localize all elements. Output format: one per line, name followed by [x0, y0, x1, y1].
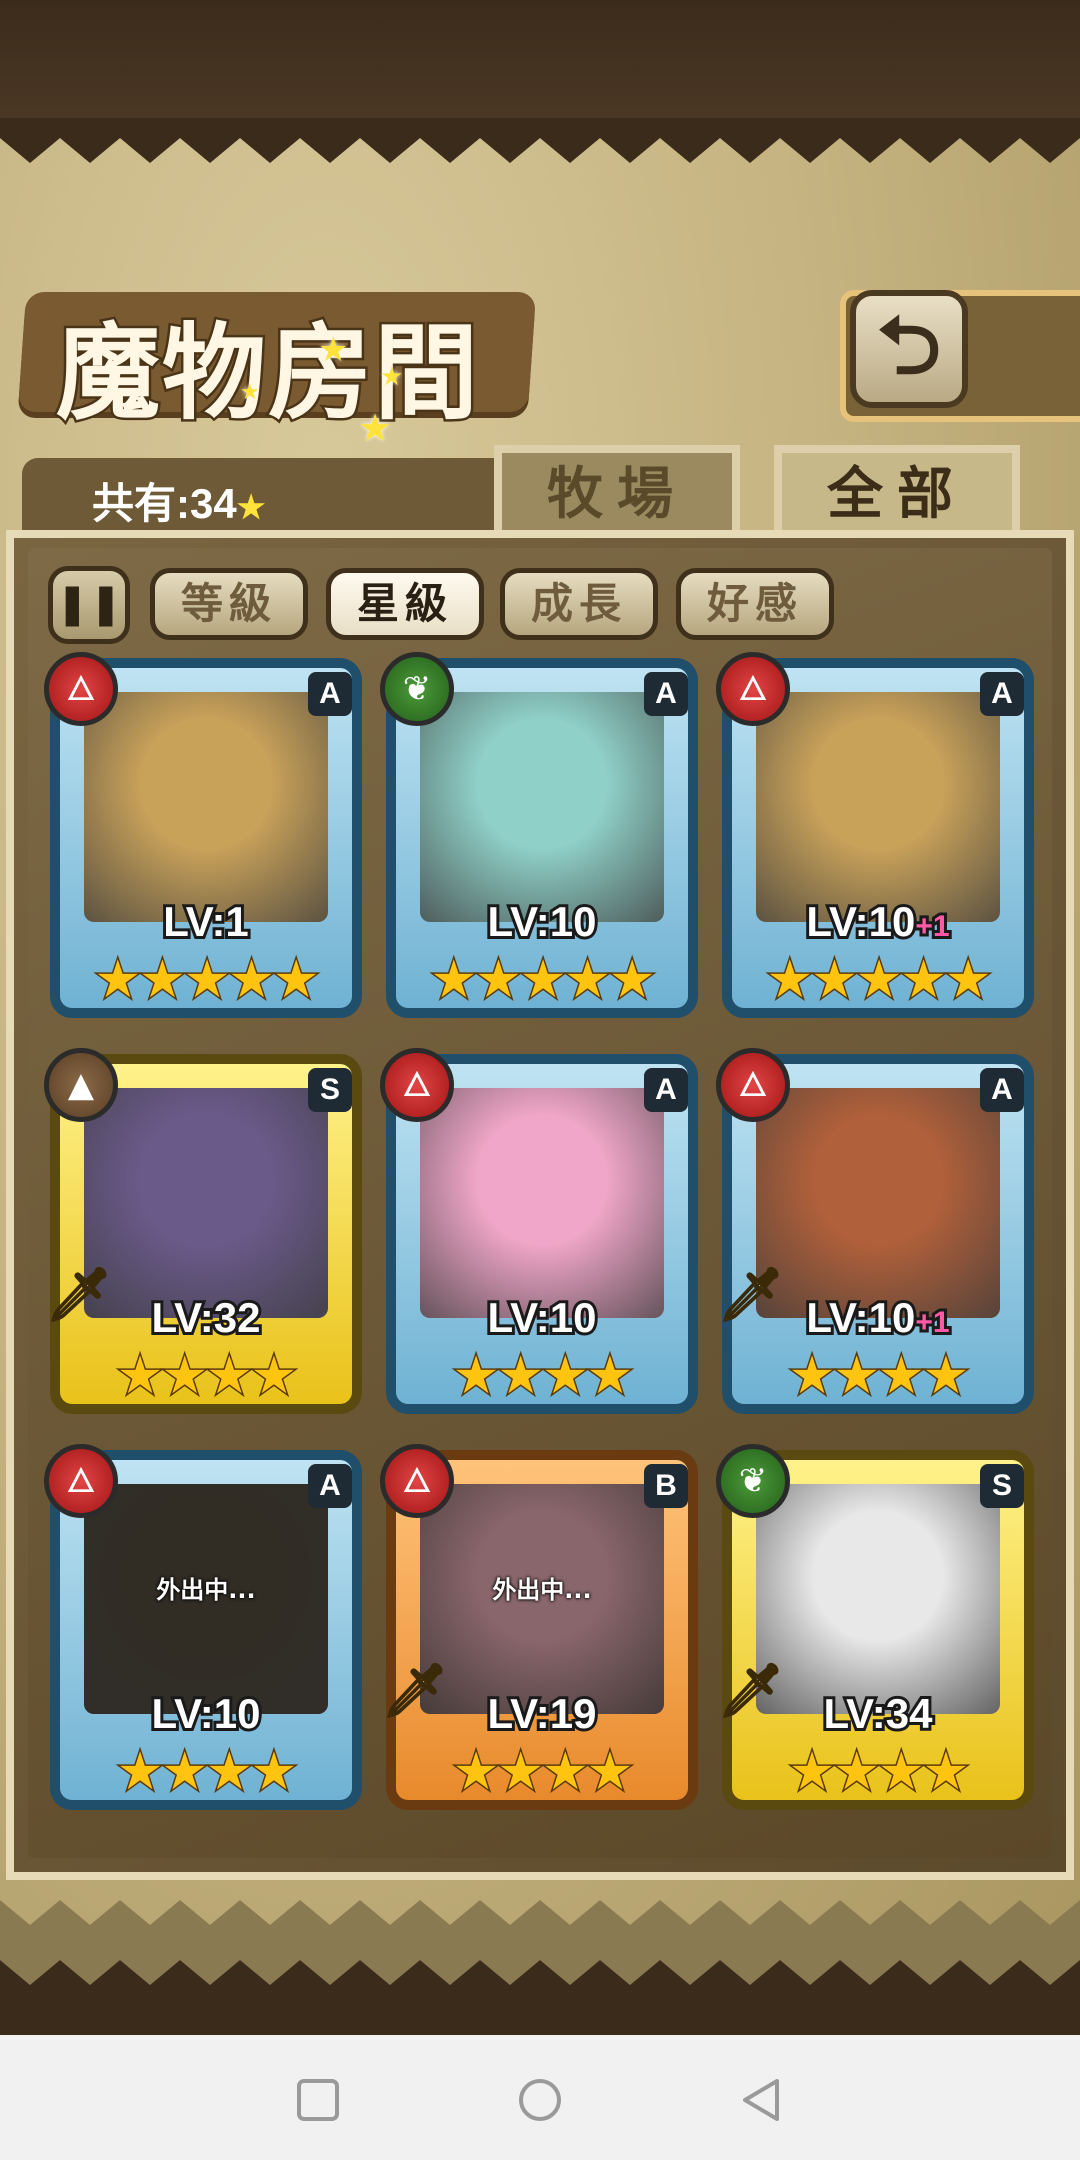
level-label: LV:32 [149, 1291, 264, 1344]
monster-portrait [420, 692, 664, 922]
return-button[interactable]: ⮌ [850, 290, 968, 408]
star-rating: ★★★★ [787, 1345, 970, 1408]
level-label: LV:34 [821, 1687, 936, 1740]
fire-element-icon: 🜂 [716, 1048, 790, 1122]
sparkle-icon: ★ [358, 406, 393, 450]
monster-card[interactable]: 外出中... 🜂 B 🗡 LV:19 ★★★★ [380, 1444, 698, 1810]
return-arrow-icon: ⮌ [876, 299, 942, 392]
monster-portrait [756, 1484, 1000, 1714]
away-status-label: 外出中... [492, 1576, 592, 1604]
star-rating: ★★★★★ [429, 949, 657, 1012]
filter-level-button[interactable]: 等級 [150, 568, 308, 640]
monster-portrait [756, 1088, 1000, 1318]
monster-portrait [420, 1088, 664, 1318]
monster-portrait [84, 692, 328, 922]
star-rating: ★★★★★ [765, 949, 993, 1012]
tab-all[interactable]: 全部 [774, 445, 1020, 537]
monster-card[interactable]: ❦ A LV:10 ★★★★★ [380, 652, 698, 1018]
rank-badge: A [980, 1068, 1024, 1112]
sort-order-toggle[interactable]: ❚❚ [48, 566, 130, 644]
level-label: LV:10+1 [803, 1291, 952, 1344]
star-rating: ★★★★ [451, 1345, 634, 1408]
fire-element-icon: 🜂 [44, 652, 118, 726]
square-icon[interactable] [293, 2075, 343, 2125]
star-rating: ★★★★★ [93, 949, 321, 1012]
rank-badge: A [308, 1464, 352, 1508]
sparkle-icon: ★ [380, 362, 404, 392]
level-label: LV:19 [485, 1687, 600, 1740]
star-rating: ★★★★ [787, 1741, 970, 1804]
rank-badge: S [308, 1068, 352, 1112]
tab-ranch[interactable]: 牧場 [494, 445, 740, 537]
star-rating: ★★★★ [115, 1345, 298, 1408]
rank-badge: A [644, 1068, 688, 1112]
filter-growth-button[interactable]: 成長 [500, 568, 658, 640]
leaf-element-icon: ❦ [380, 652, 454, 726]
level-bonus: +1 [912, 907, 952, 946]
zigzag-top-border [0, 118, 1080, 163]
pause-sort-icon: ❚❚ [55, 581, 123, 627]
page-title: 魔物房間 [53, 309, 481, 437]
leaf-element-icon: ❦ [716, 1444, 790, 1518]
star-rating: ★★★★ [451, 1741, 634, 1804]
monster-card[interactable]: 🜂 A 🗡 LV:10+1 ★★★★ [716, 1048, 1034, 1414]
level-label: LV:10+1 [803, 895, 952, 948]
monster-portrait [84, 1088, 328, 1318]
monster-card[interactable]: 🜂 A LV:10 ★★★★ [380, 1048, 698, 1414]
level-label: LV:10 [485, 895, 600, 948]
rank-badge: A [980, 672, 1024, 716]
fire-element-icon: 🜂 [44, 1444, 118, 1518]
rank-badge: A [644, 672, 688, 716]
monster-count: 共有:34★ [92, 480, 266, 527]
monster-card[interactable]: 外出中... 🜂 A LV:10 ★★★★ [44, 1444, 362, 1810]
sparkle-icon: ★ [240, 380, 260, 405]
monster-card[interactable]: 🜂 A LV:1 ★★★★★ [44, 652, 362, 1018]
earth-element-icon: ▲ [44, 1048, 118, 1122]
fire-element-icon: 🜂 [380, 1048, 454, 1122]
star-rating: ★★★★ [115, 1741, 298, 1804]
monster-portrait [756, 692, 1000, 922]
level-label: LV:10 [485, 1291, 600, 1344]
level-bonus: +1 [912, 1303, 952, 1342]
star-icon: ★ [236, 489, 266, 525]
away-status-label: 外出中... [156, 1576, 256, 1604]
fire-element-icon: 🜂 [380, 1444, 454, 1518]
level-label: LV:1 [160, 895, 252, 948]
monster-card[interactable]: 🜂 A LV:10+1 ★★★★★ [716, 652, 1034, 1018]
fire-element-icon: 🜂 [716, 652, 790, 726]
level-label: LV:10 [149, 1687, 264, 1740]
circle-icon[interactable] [515, 2075, 565, 2125]
monster-card[interactable]: ❦ S 🗡 LV:34 ★★★★ [716, 1444, 1034, 1810]
filter-star-button[interactable]: 星級 [326, 568, 484, 640]
sparkle-icon: ★ [318, 330, 349, 370]
rank-badge: B [644, 1464, 688, 1508]
zigzag-bottom-border [0, 1900, 1080, 2035]
top-band [0, 0, 1080, 120]
rank-badge: S [980, 1464, 1024, 1508]
triangle-back-icon[interactable] [737, 2075, 787, 2125]
monster-card[interactable]: ▲ S 🗡 LV:32 ★★★★ [44, 1048, 362, 1414]
filter-affection-button[interactable]: 好感 [676, 568, 834, 640]
rank-badge: A [308, 672, 352, 716]
